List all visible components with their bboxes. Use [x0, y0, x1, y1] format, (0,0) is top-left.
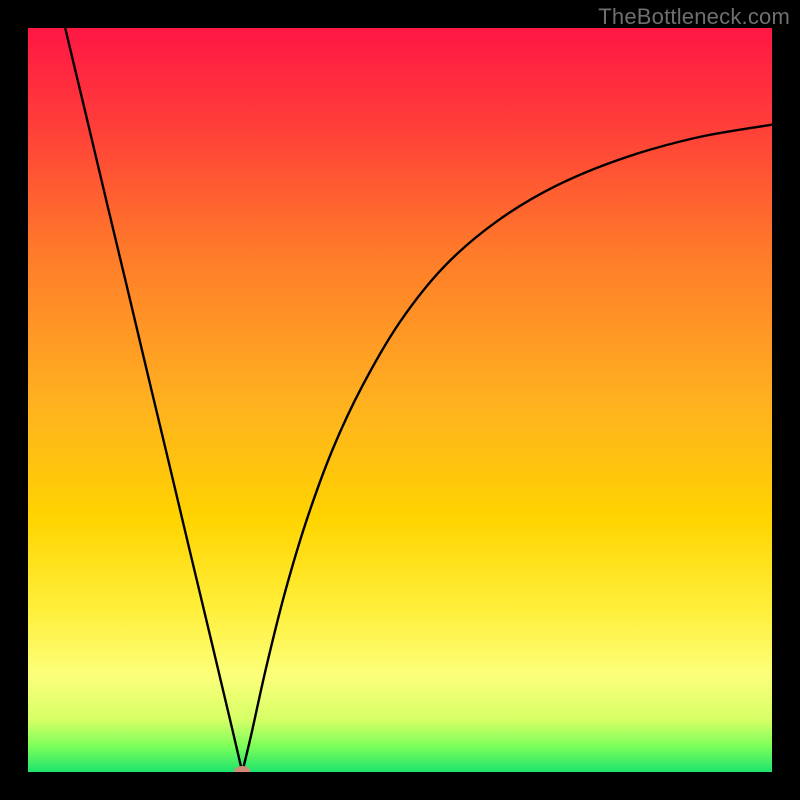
gradient-background — [28, 28, 772, 772]
chart-frame: TheBottleneck.com — [0, 0, 800, 800]
bottleneck-curve-chart — [28, 28, 772, 772]
watermark-text: TheBottleneck.com — [598, 4, 790, 30]
plot-area — [28, 28, 772, 772]
